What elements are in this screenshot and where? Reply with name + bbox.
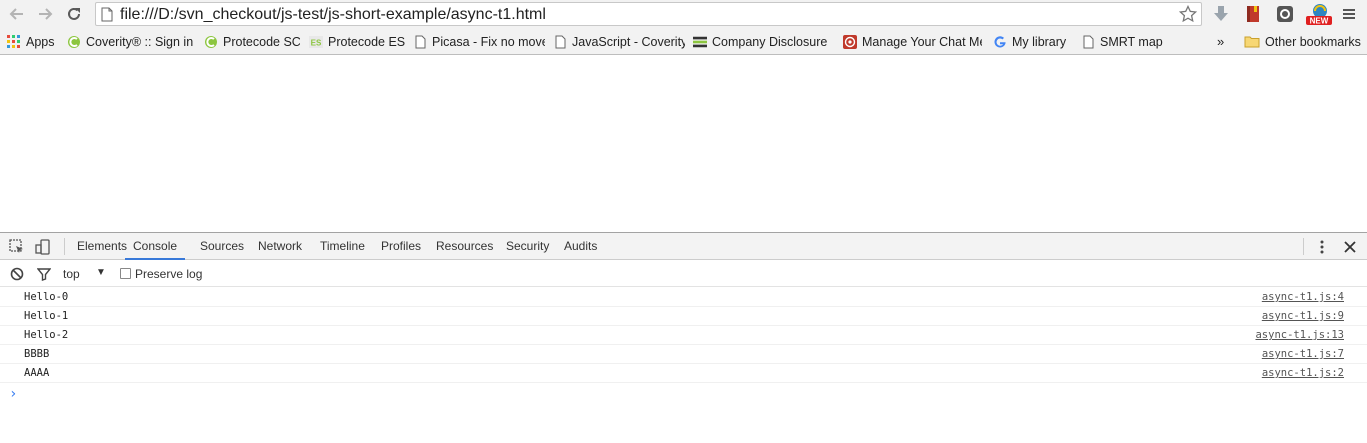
inspect-element-icon[interactable] — [8, 238, 26, 256]
protecode-es-icon: ES — [309, 35, 323, 49]
back-arrow-icon[interactable] — [6, 3, 28, 25]
close-icon[interactable] — [1341, 238, 1359, 256]
hamburger-menu-icon[interactable] — [1338, 3, 1360, 25]
console-message-text: Hello-1 — [24, 310, 69, 322]
bookmark-label: My library — [1012, 34, 1067, 49]
bookmark-company-disclosure[interactable]: Company Disclosure & — [693, 33, 830, 50]
console-message-text: Hello-2 — [24, 329, 69, 341]
source-link[interactable]: async-t1.js:2 — [1262, 367, 1344, 379]
reload-icon[interactable] — [63, 3, 85, 25]
svg-text:ES: ES — [311, 38, 322, 47]
tab-audits[interactable]: Audits — [564, 233, 597, 260]
apps-grid-icon — [7, 34, 21, 49]
tab-resources[interactable]: Resources — [436, 233, 493, 260]
bookmark-label: Picasa - Fix no move — [432, 34, 545, 49]
console-toolbar: top ▼ Preserve log — [0, 261, 1367, 287]
bookmark-label: SMRT map — [1100, 34, 1163, 49]
folder-icon — [1244, 35, 1260, 49]
new-badge-text: NEW — [1310, 17, 1329, 26]
console-message: Hello-1 async-t1.js:9 — [0, 307, 1367, 326]
clear-console-icon[interactable] — [8, 265, 26, 283]
page-icon — [101, 7, 113, 25]
console-messages: Hello-0 async-t1.js:4 Hello-1 async-t1.j… — [0, 288, 1367, 383]
bookmark-picasa[interactable]: Picasa - Fix no move — [413, 33, 545, 50]
tab-profiles[interactable]: Profiles — [381, 233, 421, 260]
console-message: Hello-2 async-t1.js:13 — [0, 326, 1367, 345]
source-link[interactable]: async-t1.js:9 — [1262, 310, 1344, 322]
protecode-icon — [204, 35, 218, 49]
console-message: BBBB async-t1.js:7 — [0, 345, 1367, 364]
bookmark-label: Coverity® :: Sign in — [86, 34, 194, 49]
browser-toolbar: file:///D:/svn_checkout/js-test/js-short… — [0, 0, 1367, 28]
bookmark-my-library[interactable]: My library — [993, 33, 1073, 50]
other-bookmarks[interactable]: Other bookmarks — [1244, 33, 1364, 50]
toolbar-divider — [1303, 238, 1304, 255]
bookmark-manage-chat[interactable]: Manage Your Chat Me — [843, 33, 982, 50]
bookmark-label: Company Disclosure & — [712, 34, 830, 49]
bookmark-label: Apps — [26, 34, 55, 49]
console-message: Hello-0 async-t1.js:4 — [0, 288, 1367, 307]
devtools-tabbar: Elements Console Sources Network Timelin… — [0, 233, 1367, 260]
tab-elements[interactable]: Elements — [77, 233, 127, 260]
bookmark-smrt-map[interactable]: SMRT map — [1081, 33, 1163, 50]
tab-security[interactable]: Security — [506, 233, 549, 260]
bookmark-apps[interactable]: Apps — [7, 33, 60, 50]
page-content — [0, 56, 1367, 232]
device-mode-icon[interactable] — [34, 238, 52, 256]
tab-sources[interactable]: Sources — [200, 233, 244, 260]
page-icon — [1081, 35, 1095, 49]
context-selector[interactable]: top — [63, 267, 80, 281]
source-link[interactable]: async-t1.js:4 — [1262, 291, 1344, 303]
forward-arrow-icon[interactable] — [34, 3, 56, 25]
gray-extension-icon[interactable] — [1274, 3, 1296, 25]
bookmark-label: Manage Your Chat Me — [862, 34, 982, 49]
bookmark-label: Other bookmarks — [1265, 34, 1361, 49]
tab-timeline[interactable]: Timeline — [320, 233, 365, 260]
target-icon — [843, 34, 857, 49]
overflow-chevron: » — [1217, 34, 1225, 49]
bookmarks-overflow-button[interactable]: » — [1217, 33, 1231, 50]
red-book-icon[interactable] — [1242, 3, 1264, 25]
source-link[interactable]: async-t1.js:13 — [1255, 329, 1344, 341]
tab-console[interactable]: Console — [125, 233, 186, 260]
preserve-log-checkbox[interactable] — [120, 268, 131, 279]
console-message-text: Hello-0 — [24, 291, 69, 303]
address-bar[interactable]: file:///D:/svn_checkout/js-test/js-short… — [95, 2, 1202, 26]
bookmark-javascript-coverity[interactable]: JavaScript - Coverity — [553, 33, 685, 50]
bookmark-label: JavaScript - Coverity — [572, 34, 685, 49]
download-arrow-icon[interactable] — [1210, 3, 1232, 25]
tab-network[interactable]: Network — [258, 233, 302, 260]
devtools-panel: Elements Console Sources Network Timelin… — [0, 232, 1367, 443]
bookmarks-bar: Apps Coverity® :: Sign in Protecode SC E… — [0, 28, 1367, 55]
preserve-log-label: Preserve log — [135, 267, 203, 281]
google-icon — [993, 35, 1007, 49]
page-icon — [553, 35, 567, 49]
more-vertical-icon[interactable] — [1313, 238, 1331, 256]
bookmark-protecode-sc[interactable]: Protecode SC — [204, 33, 300, 50]
source-link[interactable]: async-t1.js:7 — [1262, 348, 1344, 360]
new-badge-extension-icon[interactable]: NEW — [1305, 3, 1333, 26]
bookmark-coverity-sign-in[interactable]: Coverity® :: Sign in — [67, 33, 195, 50]
toolbar-divider — [64, 238, 65, 255]
bookmark-protecode-es[interactable]: ES Protecode ES — [309, 33, 405, 50]
stripes-icon — [693, 35, 707, 49]
filter-icon[interactable] — [35, 265, 53, 283]
console-message: AAAA async-t1.js:2 — [0, 364, 1367, 383]
console-message-text: AAAA — [24, 367, 50, 379]
bookmark-label: Protecode ES — [328, 34, 405, 49]
url-text[interactable]: file:///D:/svn_checkout/js-test/js-short… — [120, 5, 546, 24]
console-prompt[interactable]: › — [9, 386, 17, 402]
console-message-text: BBBB — [24, 348, 50, 360]
page-icon — [413, 35, 427, 49]
star-icon[interactable] — [1178, 4, 1198, 24]
bookmark-label: Protecode SC — [223, 34, 300, 49]
coverity-icon — [67, 35, 81, 49]
dropdown-arrow-icon[interactable]: ▼ — [96, 267, 106, 278]
